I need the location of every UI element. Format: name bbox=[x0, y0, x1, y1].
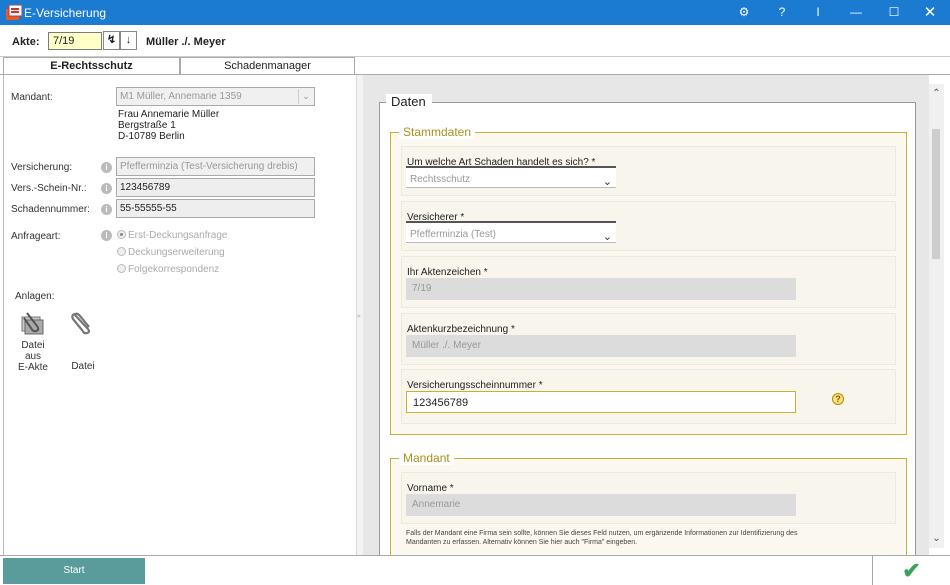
mandant-label: Mandant: bbox=[11, 92, 53, 103]
kurzbez-label: Aktenkurzbezeichnung * bbox=[407, 324, 515, 335]
mandant-address-line2: Bergstraße 1 bbox=[118, 120, 176, 131]
app-icon bbox=[6, 5, 22, 20]
radio-deckungserweiterung[interactable]: Deckungserweiterung bbox=[117, 247, 225, 258]
info-icon[interactable]: i bbox=[101, 230, 112, 241]
stammdaten-title: Stammdaten bbox=[399, 125, 476, 139]
anlagen-label: Anlagen: bbox=[15, 291, 55, 302]
scrollbar-thumb[interactable] bbox=[932, 129, 940, 259]
versicherung-label: Versicherung: bbox=[11, 162, 73, 173]
anfrageart-label: Anfrageart: bbox=[11, 231, 61, 242]
vsn-input[interactable]: 123456789 bbox=[406, 391, 796, 413]
versicherer-select[interactable]: Pfefferminzia (Test) ⌄ bbox=[406, 221, 616, 243]
versicherung-field: Pfefferminzia (Test-Versicherung drebis) bbox=[116, 157, 315, 176]
schaden-art-select[interactable]: Rechtsschutz ⌄ bbox=[406, 166, 616, 188]
tab-e-rechtsschutz[interactable]: E-Rechtsschutz bbox=[3, 57, 180, 75]
tab-strip: E-Rechtsschutz Schadenmanager bbox=[0, 57, 355, 75]
akte-arrow-down-icon[interactable]: ↓ bbox=[120, 31, 137, 50]
chevron-down-icon: ⌄ bbox=[602, 231, 612, 243]
paperclip-stack-icon bbox=[21, 312, 44, 335]
mandant-address-line1: Frau Annemarie Müller bbox=[118, 109, 220, 120]
radio-folgekorrespondenz[interactable]: Folgekorrespondenz bbox=[117, 264, 219, 275]
daten-title: Daten bbox=[386, 94, 432, 109]
aktenzeichen-label: Ihr Aktenzeichen * bbox=[407, 267, 488, 278]
vorname-label: Vorname * bbox=[407, 483, 454, 494]
info-button[interactable]: I bbox=[800, 0, 836, 25]
settings-icon[interactable]: ⚙ bbox=[726, 0, 762, 25]
help-icon[interactable]: ? bbox=[832, 393, 844, 405]
radio-erst-deckungsanfrage[interactable]: Erst-Deckungsanfrage bbox=[117, 230, 228, 241]
schein-label: Vers.-Schein-Nr.: bbox=[11, 183, 87, 194]
datei-button[interactable]: Datei bbox=[68, 309, 98, 372]
schaden-label: Schadennummer: bbox=[11, 204, 90, 215]
kurzbez-input[interactable]: Müller ./. Meyer bbox=[406, 335, 796, 357]
vertical-scrollbar[interactable]: ⌃ ⌄ bbox=[929, 84, 944, 548]
tab-schadenmanager[interactable]: Schadenmanager bbox=[180, 57, 355, 75]
window-title: E-Versicherung bbox=[24, 6, 107, 20]
close-button[interactable]: ✕ bbox=[912, 0, 948, 25]
confirm-check-icon[interactable]: ✔ bbox=[872, 556, 950, 585]
title-bar: E-Versicherung ⚙ ? I — ☐ ✕ bbox=[0, 0, 950, 25]
paperclip-icon bbox=[71, 312, 91, 335]
vsn-label: Versicherungsscheinnummer * bbox=[407, 380, 543, 391]
info-icon[interactable]: i bbox=[101, 162, 112, 173]
mandant-group: Vorname * Annemarie Falls der Mandant ei… bbox=[390, 458, 907, 555]
info-icon[interactable]: i bbox=[101, 183, 112, 194]
akte-lightning-icon[interactable]: ↯ bbox=[103, 31, 120, 50]
mandant-hint: Falls der Mandant eine Firma sein sollte… bbox=[406, 530, 798, 546]
aktenzeichen-input[interactable]: 7/19 bbox=[406, 278, 796, 300]
mandant-address-line3: D-10789 Berlin bbox=[118, 131, 185, 142]
mandant-select[interactable]: M1 Müller, Annemarie 1359 ⌄ bbox=[116, 87, 315, 106]
minimize-button[interactable]: — bbox=[838, 0, 874, 25]
panel-splitter[interactable]: « bbox=[356, 75, 363, 555]
right-panel: Daten Um welche Art Schaden handelt es s… bbox=[363, 75, 929, 555]
help-button[interactable]: ? bbox=[764, 0, 800, 25]
mandant-title: Mandant bbox=[399, 451, 454, 465]
akte-label: Akte: bbox=[12, 36, 40, 48]
akte-bar: Akte: 7/19 ↯ ↓ Müller ./. Meyer bbox=[0, 25, 950, 57]
chevron-down-icon: ⌄ bbox=[602, 176, 612, 188]
akte-name: Müller ./. Meyer bbox=[146, 36, 226, 48]
schein-field[interactable]: 123456789 bbox=[116, 178, 315, 197]
vorname-input[interactable]: Annemarie bbox=[406, 494, 796, 516]
bottom-bar: Start ✔ bbox=[0, 555, 950, 585]
left-panel: Mandant: M1 Müller, Annemarie 1359 ⌄ Fra… bbox=[3, 75, 356, 555]
mandant-select-value: M1 Müller, Annemarie 1359 bbox=[120, 91, 242, 102]
start-button[interactable]: Start bbox=[3, 558, 145, 584]
collapse-icon[interactable]: « bbox=[357, 313, 361, 320]
schadennummer-field[interactable]: 55-55555-55 bbox=[116, 199, 315, 218]
scroll-down-icon[interactable]: ⌄ bbox=[929, 533, 944, 544]
akte-input[interactable]: 7/19 bbox=[48, 32, 102, 50]
chevron-down-icon: ⌄ bbox=[298, 89, 313, 104]
info-icon[interactable]: i bbox=[101, 204, 112, 215]
maximize-button[interactable]: ☐ bbox=[876, 0, 912, 25]
scroll-up-icon[interactable]: ⌃ bbox=[929, 88, 944, 99]
stammdaten-group: Um welche Art Schaden handelt es sich? *… bbox=[390, 132, 907, 435]
datei-aus-e-akte-button[interactable]: Datei aus E-Akte bbox=[16, 309, 50, 373]
